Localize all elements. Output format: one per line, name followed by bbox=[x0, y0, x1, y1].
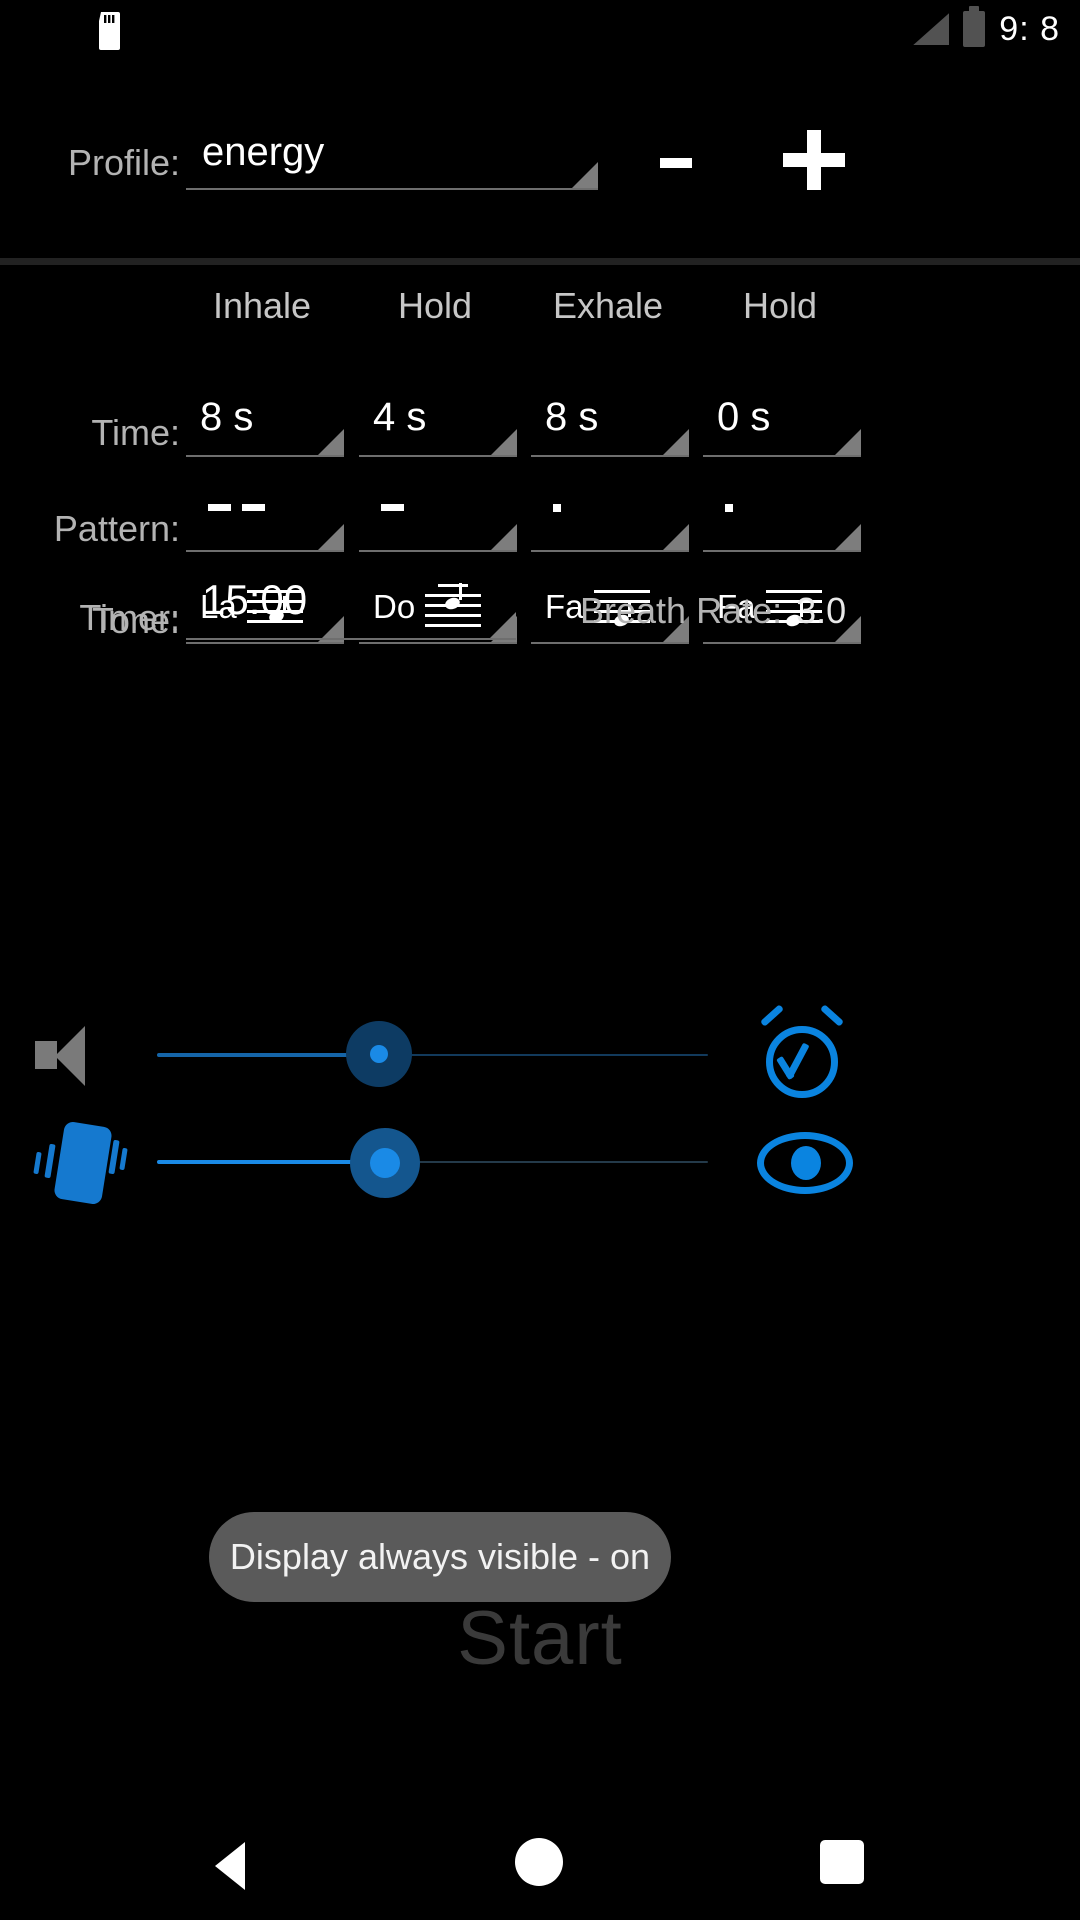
column-header-exhale: Exhale bbox=[552, 285, 664, 326]
profile-value: energy bbox=[202, 130, 325, 174]
status-bar: 9: 8 bbox=[0, 0, 1080, 58]
column-headers: Inhale Hold Exhale Hold bbox=[0, 285, 1080, 345]
pattern-hold1-spinner[interactable]: - bbox=[359, 490, 517, 552]
pattern-exhale-spinner[interactable]: . bbox=[531, 490, 689, 552]
time-row-label: Time: bbox=[91, 412, 180, 453]
dash-icon bbox=[208, 504, 231, 511]
volume-slider-remaining-track bbox=[379, 1054, 708, 1056]
time-exhale-value: 8 s bbox=[545, 395, 599, 439]
vibration-slider-remaining-track bbox=[388, 1161, 708, 1163]
pattern-inhale-glyph bbox=[208, 504, 265, 511]
pattern-row-label: Pattern: bbox=[53, 508, 180, 549]
time-exhale-spinner[interactable]: 8 s bbox=[531, 395, 689, 457]
battery-icon bbox=[963, 6, 986, 47]
timer-value: 15:00 bbox=[202, 576, 308, 623]
time-hold1-spinner[interactable]: 4 s bbox=[359, 395, 517, 457]
time-inhale-spinner[interactable]: 8 s bbox=[186, 395, 344, 457]
time-hold2-spinner[interactable]: 0 s bbox=[703, 395, 861, 457]
vibration-control-row bbox=[0, 1108, 1080, 1218]
start-button[interactable]: Start bbox=[0, 1595, 1080, 1682]
volume-control-row bbox=[0, 1000, 1080, 1110]
breath-rate-label: Breath Rate: 3.0 bbox=[580, 590, 846, 632]
breath-rate-text: Breath Rate: bbox=[580, 590, 783, 631]
profile-spinner[interactable]: energy bbox=[186, 124, 598, 190]
profile-label: Profile: bbox=[68, 142, 181, 183]
time-hold1-value: 4 s bbox=[373, 395, 427, 439]
app-screen: 9: 8 Profile: energy Inhale Hold Exhale … bbox=[0, 0, 1080, 1920]
toast-text: Display always visible - on bbox=[229, 1536, 651, 1577]
volume-slider-thumb[interactable] bbox=[370, 1045, 388, 1063]
android-nav-bar bbox=[0, 1800, 1080, 1920]
remove-profile-button[interactable] bbox=[655, 140, 697, 186]
dot-icon bbox=[553, 504, 561, 512]
pattern-exhale-glyph bbox=[553, 504, 561, 512]
pattern-hold2-spinner[interactable]: . bbox=[703, 490, 861, 552]
header-divider bbox=[0, 258, 1080, 265]
speaker-muted-icon[interactable] bbox=[35, 1024, 97, 1086]
time-hold2-value: 0 s bbox=[717, 395, 771, 439]
column-header-hold-2: Hold bbox=[742, 285, 818, 326]
tone-exhale-value: Fa bbox=[545, 588, 584, 625]
toast-message: Display always visible - on bbox=[209, 1512, 671, 1602]
time-inhale-value: 8 s bbox=[200, 395, 254, 439]
pattern-hold1-glyph bbox=[381, 504, 404, 511]
back-triangle-icon[interactable] bbox=[215, 1842, 245, 1890]
home-circle-icon[interactable] bbox=[515, 1838, 563, 1886]
vibration-icon[interactable] bbox=[33, 1120, 128, 1206]
add-profile-button[interactable] bbox=[783, 128, 845, 196]
signal-bars-icon bbox=[913, 13, 950, 45]
dash-icon bbox=[242, 504, 265, 511]
pattern-inhale-spinner[interactable]: - - bbox=[186, 490, 344, 552]
sd-card-icon bbox=[99, 12, 120, 50]
timer-row-label: Timer: bbox=[79, 597, 180, 638]
breath-rate-value: 3.0 bbox=[796, 590, 847, 631]
status-clock: 9: 8 bbox=[999, 10, 1060, 48]
display-always-visible-button[interactable] bbox=[757, 1132, 853, 1194]
pattern-hold2-glyph bbox=[725, 504, 733, 512]
minus-icon bbox=[660, 158, 692, 168]
vibration-slider-thumb[interactable] bbox=[370, 1148, 400, 1178]
column-header-hold-1: Hold bbox=[397, 285, 473, 326]
timer-spinner[interactable]: 15:00 bbox=[186, 576, 516, 640]
dash-icon bbox=[381, 504, 404, 511]
plus-icon-v bbox=[807, 130, 821, 190]
column-header-inhale: Inhale bbox=[212, 285, 312, 326]
profile-row: Profile: energy bbox=[0, 110, 1080, 220]
recents-square-icon[interactable] bbox=[820, 1840, 864, 1884]
dot-icon bbox=[725, 504, 733, 512]
alarm-toggle-button[interactable] bbox=[757, 1004, 847, 1100]
